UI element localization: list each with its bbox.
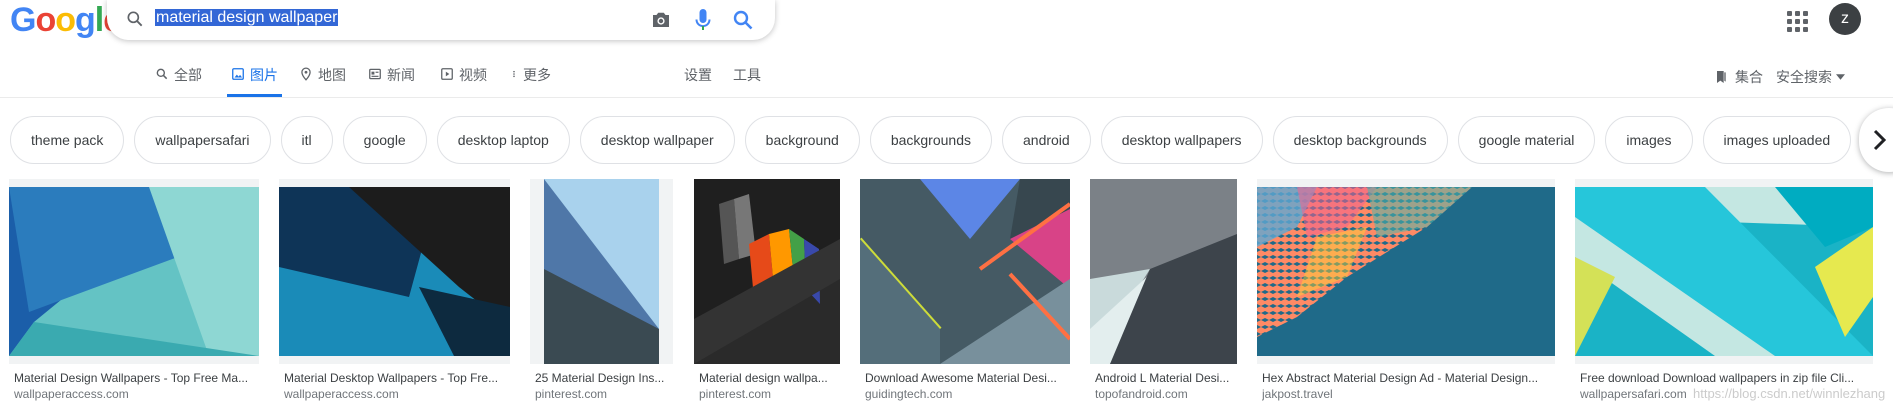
chip[interactable]: images	[1605, 116, 1693, 164]
result-source[interactable]: guidingtech.com	[865, 387, 1065, 401]
search-box[interactable]: material design wallpaper	[107, 0, 775, 40]
tab-label: 全部	[174, 67, 202, 83]
chip[interactable]: images uploaded	[1702, 116, 1852, 164]
tab-label: 更多	[523, 67, 551, 83]
tab-label: 新闻	[387, 67, 415, 83]
settings-link[interactable]: 设置	[684, 65, 712, 85]
result-source[interactable]: pinterest.com	[699, 387, 835, 401]
apps-grid-icon[interactable]	[1784, 8, 1808, 32]
image-result[interactable]: Hex Abstract Material Design Ad - Materi…	[1257, 179, 1555, 401]
search-query-text: material design wallpaper	[155, 9, 339, 26]
chip[interactable]: theme pack	[10, 116, 125, 164]
logo-letter: o	[35, 1, 56, 39]
result-thumbnail[interactable]	[1257, 179, 1555, 364]
chip[interactable]: google material	[1457, 116, 1596, 164]
image-result[interactable]: Android L Material Desi... topofandroid.…	[1090, 179, 1237, 401]
image-icon	[232, 68, 244, 80]
safesearch-label: 安全搜索	[1776, 69, 1832, 85]
chips-next-button[interactable]	[1859, 108, 1893, 172]
image-result[interactable]: Download Awesome Material Desi... guidin…	[860, 179, 1070, 401]
result-title[interactable]: Material Desktop Wallpapers - Top Fre...	[284, 371, 505, 385]
result-thumbnail[interactable]	[1575, 179, 1873, 364]
tab-maps[interactable]: 地图	[299, 65, 346, 97]
chip[interactable]: desktop wallpapers	[1100, 116, 1263, 164]
result-title[interactable]: Free download Download wallpapers in zip…	[1580, 371, 1868, 385]
image-result[interactable]: 25 Material Design Ins... pinterest.com	[530, 179, 673, 401]
tab-more[interactable]: 更多	[510, 65, 551, 97]
chip[interactable]: desktop backgrounds	[1272, 116, 1448, 164]
camera-icon[interactable]	[649, 8, 673, 32]
logo-letter: o	[55, 1, 76, 39]
result-title[interactable]: Material design wallpa...	[699, 371, 835, 385]
tab-label: 图片	[250, 67, 278, 83]
result-title[interactable]: Android L Material Desi...	[1095, 371, 1232, 385]
chip[interactable]: itl	[280, 116, 333, 164]
result-thumbnail[interactable]	[1090, 179, 1237, 364]
result-title[interactable]: Hex Abstract Material Design Ad - Materi…	[1262, 371, 1550, 385]
result-title[interactable]: Material Design Wallpapers - Top Free Ma…	[14, 371, 254, 385]
news-icon	[369, 68, 381, 80]
tab-all[interactable]: 全部	[155, 65, 202, 97]
safesearch-menu[interactable]: 安全搜索	[1776, 67, 1845, 87]
collections-link[interactable]: 集合	[1713, 67, 1763, 87]
image-result[interactable]: Material Desktop Wallpapers - Top Fre...…	[279, 179, 510, 401]
result-thumbnail[interactable]	[694, 179, 840, 364]
map-pin-icon	[301, 67, 311, 81]
avatar[interactable]: z	[1829, 3, 1861, 35]
tab-news[interactable]: 新闻	[368, 65, 415, 97]
result-source[interactable]: wallpaperaccess.com	[284, 387, 505, 401]
watermark-text: https://blog.csdn.net/winnlezhang	[1693, 386, 1886, 401]
result-title[interactable]: Download Awesome Material Desi...	[865, 371, 1065, 385]
tab-label: 地图	[318, 67, 346, 83]
search-icon	[127, 11, 143, 27]
chip[interactable]: backgrounds	[869, 116, 992, 164]
related-chips: theme pack wallpapersafari itl google de…	[10, 116, 1852, 164]
microphone-icon[interactable]	[691, 7, 715, 33]
result-source[interactable]: wallpaperaccess.com	[14, 387, 254, 401]
chip[interactable]: google	[342, 116, 427, 164]
logo-letter: g	[75, 1, 96, 39]
tools-link[interactable]: 工具	[733, 65, 761, 85]
chip[interactable]: background	[744, 116, 860, 164]
caret-down-icon	[1836, 74, 1845, 80]
logo-letter: G	[10, 1, 36, 39]
result-thumbnail[interactable]	[530, 179, 673, 364]
tab-videos[interactable]: 视频	[440, 65, 487, 97]
result-thumbnail[interactable]	[9, 179, 259, 364]
logo-letter: l	[94, 1, 105, 39]
image-result[interactable]: Free download Download wallpapers in zip…	[1575, 179, 1873, 401]
collections-label: 集合	[1735, 69, 1763, 85]
header-divider	[0, 97, 1893, 98]
more-vert-icon	[513, 70, 515, 78]
result-source[interactable]: topofandroid.com	[1095, 387, 1232, 401]
result-title[interactable]: 25 Material Design Ins...	[535, 371, 668, 385]
video-icon	[441, 68, 453, 80]
image-result[interactable]: Material Design Wallpapers - Top Free Ma…	[9, 179, 259, 401]
result-source[interactable]: pinterest.com	[535, 387, 668, 401]
result-thumbnail[interactable]	[860, 179, 1070, 364]
search-icon	[156, 68, 168, 80]
tab-label: 视频	[459, 67, 487, 83]
image-result[interactable]: Material design wallpa... pinterest.com	[694, 179, 840, 401]
search-input[interactable]: material design wallpaper	[155, 8, 339, 28]
bookmark-icon	[1717, 71, 1726, 83]
search-submit-icon[interactable]	[731, 8, 755, 32]
chip[interactable]: desktop laptop	[436, 116, 570, 164]
result-thumbnail[interactable]	[279, 179, 510, 364]
chip[interactable]: desktop wallpaper	[579, 116, 735, 164]
result-source[interactable]: jakpost.travel	[1262, 387, 1550, 401]
chevron-right-icon	[1873, 129, 1887, 151]
tab-images[interactable]: 图片	[227, 65, 282, 97]
chip[interactable]: android	[1002, 116, 1091, 164]
google-logo[interactable]: Google	[10, 1, 122, 39]
chip[interactable]: wallpapersafari	[134, 116, 271, 164]
